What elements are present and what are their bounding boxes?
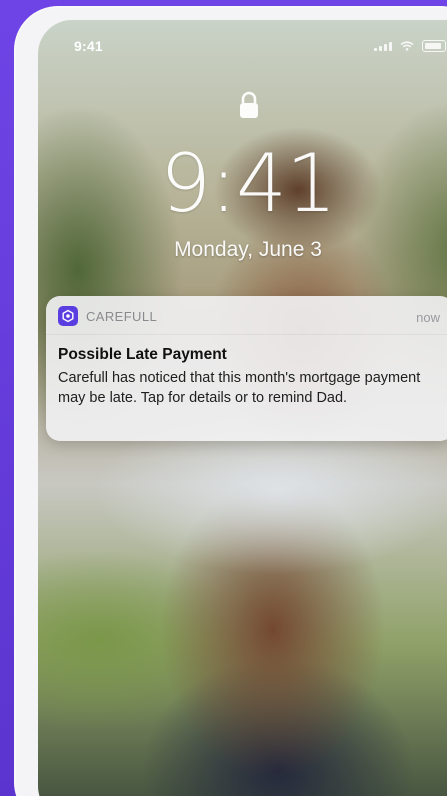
notification-title: Possible Late Payment [58, 346, 227, 363]
lock-screen: 9:41 9:41 Monday, June 3 CAREFULL now Po… [38, 20, 447, 796]
notification-card[interactable]: CAREFULL now Possible Late Payment Caref… [46, 296, 447, 441]
status-time: 9:41 [74, 38, 103, 54]
signal-icon [374, 41, 392, 51]
battery-icon [422, 40, 446, 52]
notification-body: Carefull has noticed that this month's m… [58, 370, 421, 406]
notification-app-name: CAREFULL [86, 309, 158, 324]
lock-screen-time: 9:41 [160, 137, 337, 230]
notification-header: CAREFULL now [46, 296, 447, 335]
status-icons [374, 40, 446, 52]
wifi-icon [400, 41, 414, 51]
carefull-app-icon [58, 306, 78, 326]
lock-icon [240, 91, 258, 118]
phone-frame: 9:41 9:41 Monday, June 3 CAREFULL now Po… [14, 6, 447, 796]
marketing-background: 9:41 9:41 Monday, June 3 CAREFULL now Po… [0, 0, 447, 796]
status-bar: 9:41 [38, 20, 447, 60]
lock-screen-date: Monday, June 3 [174, 238, 322, 261]
notification-time: now [416, 310, 440, 325]
